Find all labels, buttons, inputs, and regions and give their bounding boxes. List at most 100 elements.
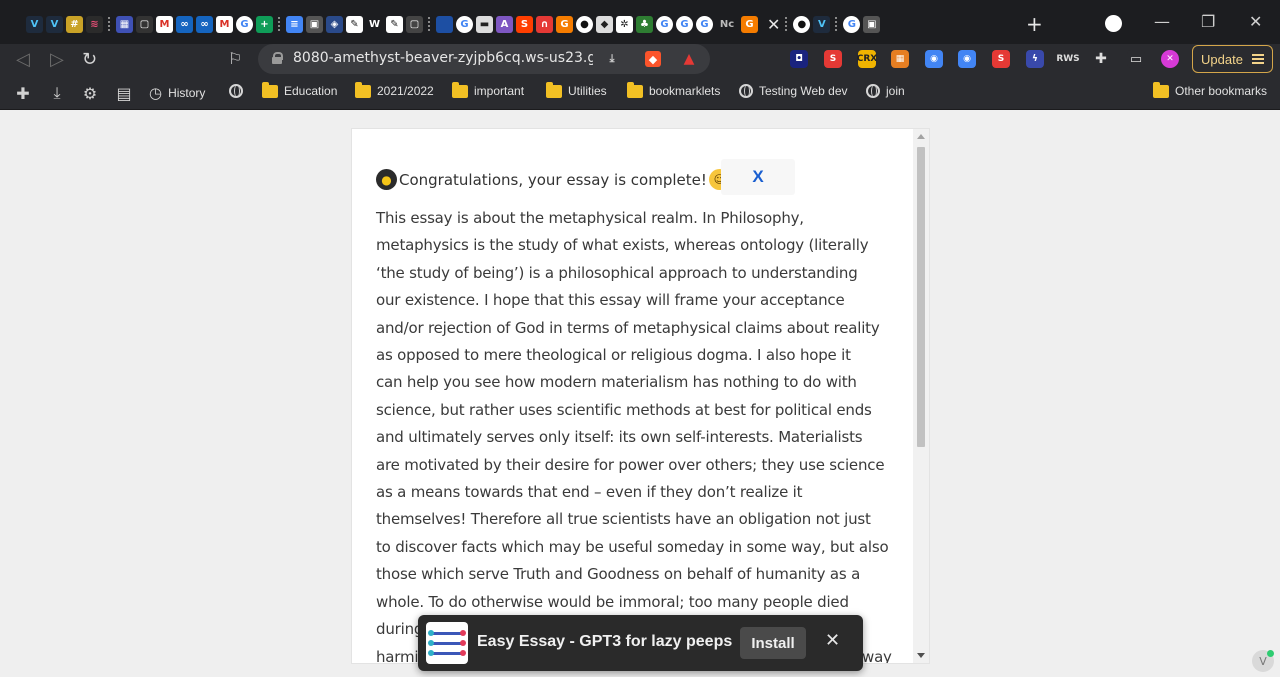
essay-line: whole. To do otherwise would be immoral;… bbox=[376, 592, 849, 611]
bookmark-other[interactable]: Other bookmarks bbox=[1153, 81, 1267, 98]
wallet-icon[interactable]: ▭ bbox=[1127, 50, 1145, 68]
update-button[interactable]: Update bbox=[1192, 45, 1273, 73]
ext-s-icon[interactable]: S bbox=[824, 50, 842, 68]
profile-avatar-icon[interactable]: ✕ bbox=[1161, 50, 1179, 68]
bookmark-icon[interactable]: ⚐ bbox=[228, 49, 242, 68]
install-app-title: Easy Essay - GPT3 for lazy peeps bbox=[477, 633, 733, 650]
tab-close-icon[interactable]: ✕ bbox=[767, 15, 780, 34]
g-orange-tab-icon-2[interactable]: G bbox=[741, 15, 758, 33]
g-orange-tab-icon[interactable]: G bbox=[556, 15, 573, 33]
puzzle-icon[interactable]: ✚ bbox=[14, 84, 32, 103]
bookmark-testing-web-dev[interactable]: Testing Web dev bbox=[739, 84, 848, 98]
leaf-tab-icon[interactable]: ♣ bbox=[636, 15, 653, 33]
window-close-icon[interactable]: ✕ bbox=[1249, 12, 1262, 31]
bookmark-join[interactable]: join bbox=[866, 84, 905, 98]
bookmark-folder-important[interactable]: important bbox=[452, 81, 524, 98]
wikipedia-tab-icon[interactable]: W bbox=[366, 15, 383, 33]
editor-tab-icon-2[interactable]: ✎ bbox=[386, 15, 403, 33]
bookmark-history[interactable]: ◷ History bbox=[149, 84, 205, 102]
essay-line: metaphysics is the study of what exists,… bbox=[376, 236, 869, 255]
panel-tab-icon[interactable]: ▬ bbox=[476, 15, 493, 33]
vuetify-tab-icon-2[interactable]: V bbox=[46, 15, 63, 33]
github-tab-icon[interactable]: ● bbox=[576, 15, 593, 33]
square-tab-icon[interactable]: ▢ bbox=[136, 15, 153, 33]
shield-tab-icon[interactable]: ◈ bbox=[326, 15, 343, 33]
brave-rewards-icon[interactable]: ▲ bbox=[681, 51, 697, 67]
popup-scrollbar[interactable] bbox=[913, 129, 929, 663]
address-bar[interactable]: 8080-amethyst-beaver-zyjpb6cq.ws-us23.gi… bbox=[258, 44, 710, 74]
github-tab-icon-2[interactable]: ● bbox=[793, 15, 811, 33]
color-extension-icon[interactable]: ◉ bbox=[925, 50, 943, 68]
lock-icon[interactable] bbox=[272, 52, 283, 64]
meet-tab-icon[interactable]: ∞ bbox=[176, 15, 193, 33]
ext-s2-icon[interactable]: S bbox=[992, 50, 1010, 68]
bookmark-label: join bbox=[886, 84, 905, 98]
install-close-icon[interactable]: ✕ bbox=[825, 630, 840, 651]
download-icon[interactable]: ⤓ bbox=[48, 83, 66, 102]
bitwarden-icon[interactable]: ◘ bbox=[790, 50, 808, 68]
popup-close-button[interactable]: X bbox=[721, 159, 795, 195]
google-tab-icon-3[interactable]: G bbox=[656, 15, 673, 33]
vuetify-tab-icon[interactable]: V bbox=[26, 15, 43, 33]
vuetify-devtools-icon[interactable]: V bbox=[1252, 650, 1274, 672]
bookmark-folder-bookmarklets[interactable]: bookmarklets bbox=[627, 81, 720, 98]
brave-shield-icon[interactable]: ◆ bbox=[645, 51, 661, 67]
gmail-tab-icon[interactable]: M bbox=[156, 15, 173, 33]
screenshot-tab-icon[interactable]: ▣ bbox=[306, 15, 323, 33]
new-tab-button[interactable]: + bbox=[1026, 12, 1043, 36]
scroll-up-icon[interactable] bbox=[917, 134, 925, 139]
docs-tab-icon[interactable]: ≡ bbox=[286, 15, 303, 33]
svelte-tab-icon[interactable]: S bbox=[516, 15, 533, 33]
browser-toolbar: ◁ ▷ ↻ ⚐ 8080-amethyst-beaver-zyjpb6cq.ws… bbox=[0, 44, 1280, 76]
a-tab-icon[interactable]: A bbox=[496, 15, 513, 33]
white-tab-icon[interactable]: ◆ bbox=[596, 15, 613, 33]
lightning-extension-icon[interactable]: ϟ bbox=[1026, 50, 1044, 68]
scroll-down-icon[interactable] bbox=[917, 653, 925, 658]
palette-extension-icon[interactable]: ◉ bbox=[958, 50, 976, 68]
square-tab-icon-2[interactable]: ▢ bbox=[406, 15, 423, 33]
minimize-icon[interactable]: — bbox=[1154, 12, 1170, 31]
restore-icon[interactable]: ❐ bbox=[1201, 12, 1215, 31]
bookmark-label: Education bbox=[284, 84, 338, 98]
crx-icon[interactable]: CRX bbox=[857, 50, 877, 68]
stack-tab-icon[interactable]: ≋ bbox=[86, 15, 103, 33]
settings-icon[interactable]: ⚙ bbox=[81, 84, 99, 103]
red-tab-icon[interactable]: ∩ bbox=[536, 15, 553, 33]
vuetify-tab-icon-3[interactable]: V bbox=[813, 15, 831, 33]
contact-tab-icon[interactable]: ▣ bbox=[863, 15, 881, 33]
forward-icon[interactable]: ▷ bbox=[50, 49, 64, 70]
chatgpt-tab-icon[interactable]: ✲ bbox=[616, 15, 633, 33]
google-tab-icon-6[interactable]: G bbox=[843, 15, 861, 33]
board-tab-icon[interactable]: ▦ bbox=[116, 15, 133, 33]
reading-list-icon[interactable]: ▤ bbox=[115, 84, 133, 103]
reload-icon[interactable]: ↻ bbox=[82, 49, 97, 70]
google-tab-icon-2[interactable]: G bbox=[456, 15, 473, 33]
google-tab-icon-5[interactable]: G bbox=[696, 15, 713, 33]
grid-tab-icon[interactable]: # bbox=[66, 15, 83, 33]
tab-search-icon[interactable] bbox=[1105, 15, 1122, 32]
folder-icon bbox=[546, 81, 562, 98]
scrollbar-thumb[interactable] bbox=[917, 147, 925, 447]
back-icon[interactable]: ◁ bbox=[16, 49, 30, 70]
bookmark-folder-utilities[interactable]: Utilities bbox=[546, 81, 607, 98]
bookmark-folder-2021-2022[interactable]: 2021/2022 bbox=[355, 81, 434, 98]
essay-line: those which serve Truth and Goodness on … bbox=[376, 565, 861, 584]
grid-extension-icon[interactable]: ▦ bbox=[891, 50, 909, 68]
rws-icon[interactable]: RWS bbox=[1056, 50, 1080, 68]
bookmark-globe[interactable] bbox=[229, 84, 243, 98]
install-button[interactable]: Install bbox=[740, 627, 806, 659]
bee-icon: ● bbox=[376, 169, 397, 190]
blue-tab-icon[interactable] bbox=[436, 15, 453, 33]
bookmark-folder-education[interactable]: Education bbox=[262, 81, 338, 98]
meet-tab-icon-2[interactable]: ∞ bbox=[196, 15, 213, 33]
google-tab-icon-4[interactable]: G bbox=[676, 15, 693, 33]
install-app-icon[interactable]: ⤓ bbox=[604, 51, 620, 67]
gmail-tab-icon-2[interactable]: M bbox=[216, 15, 233, 33]
extensions-icon[interactable]: ✚ bbox=[1092, 50, 1110, 68]
editor-tab-icon[interactable]: ✎ bbox=[346, 15, 363, 33]
google-tab-icon[interactable]: G bbox=[236, 15, 253, 33]
sheets-plus-tab-icon[interactable]: + bbox=[256, 15, 273, 33]
nc-tab-icon[interactable]: Nc bbox=[716, 15, 738, 33]
essay-line-tail: way bbox=[862, 647, 892, 664]
url-text[interactable]: 8080-amethyst-beaver-zyjpb6cq.ws-us23.gi… bbox=[293, 50, 593, 66]
